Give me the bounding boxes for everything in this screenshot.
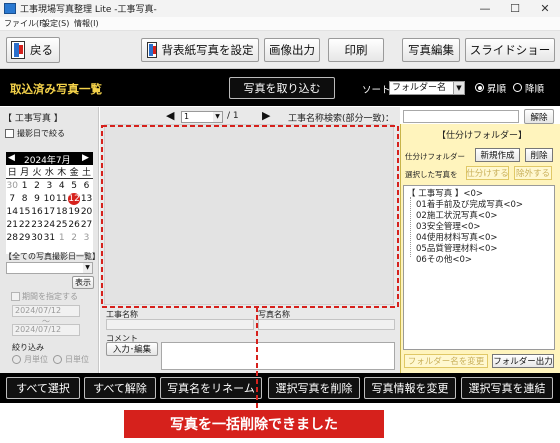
callout-label: 写真を一括削除できました xyxy=(124,410,384,438)
highlight-overlay xyxy=(101,125,399,410)
highlight-box xyxy=(101,125,399,308)
